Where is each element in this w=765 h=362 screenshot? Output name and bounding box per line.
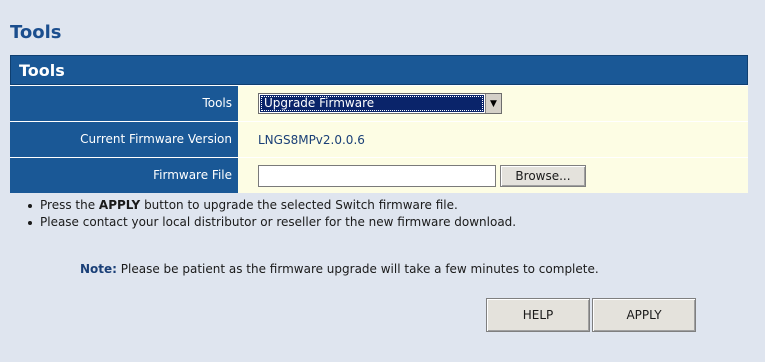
firmware-file-row: Firmware File Browse... [10,157,748,193]
page-title: Tools [10,22,62,43]
tools-select[interactable]: Upgrade Firmware ▼ [258,93,502,114]
tools-label: Tools [10,86,238,121]
firmware-version-value: LNGS8MPv2.0.0.6 [238,122,748,157]
instructions-list: Press the APPLY button to upgrade the se… [28,197,516,231]
note-line: Note: Please be patient as the firmware … [80,262,599,276]
tools-row: Tools Upgrade Firmware ▼ [10,85,748,121]
tools-panel: Tools Tools Upgrade Firmware ▼ Current F… [10,55,748,193]
instruction-distributor: Please contact your local distributor or… [40,215,517,229]
chevron-down-icon[interactable]: ▼ [485,94,501,113]
note-text: Please be patient as the firmware upgrad… [116,262,599,276]
instruction-apply-keyword: APPLY [98,198,141,212]
instruction-suffix: button to upgrade the selected Switch fi… [140,198,458,212]
apply-button[interactable]: APPLY [592,298,696,332]
list-item: Press the APPLY button to upgrade the se… [28,197,516,214]
firmware-version-row: Current Firmware Version LNGS8MPv2.0.0.6 [10,121,748,157]
help-button[interactable]: HELP [486,298,590,332]
firmware-version-label: Current Firmware Version [10,122,238,157]
instruction-prefix: Press the [40,198,99,212]
firmware-file-label: Firmware File [10,158,238,193]
firmware-file-input[interactable] [258,164,496,187]
firmware-file-cell: Browse... [238,158,748,193]
tools-value-cell: Upgrade Firmware ▼ [238,86,748,121]
panel-header: Tools [10,55,748,85]
browse-button[interactable]: Browse... [500,164,586,187]
tools-select-value: Upgrade Firmware [260,95,484,112]
list-item: Please contact your local distributor or… [28,214,516,231]
note-label: Note: [80,262,117,276]
